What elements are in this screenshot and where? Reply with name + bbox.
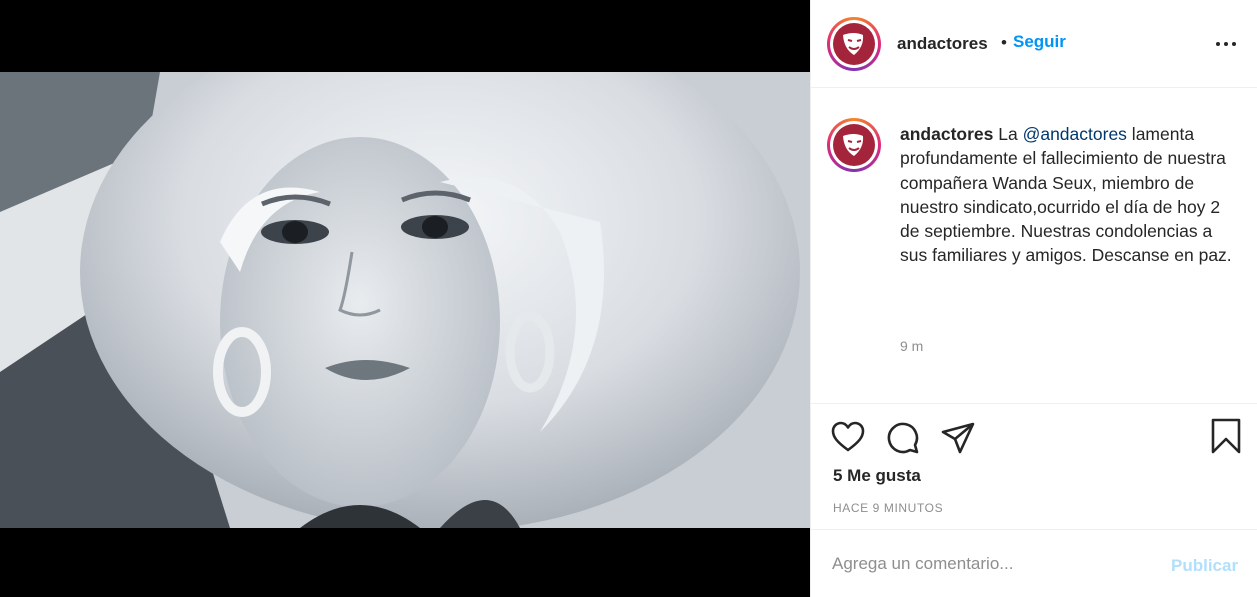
post-header: andactores • Seguir <box>811 0 1257 88</box>
theater-mask-icon <box>843 134 864 156</box>
theater-mask-icon <box>843 33 864 55</box>
ellipsis-icon <box>1216 42 1220 46</box>
instagram-post: andactores • Seguir andactores La @andac… <box>0 0 1257 597</box>
heart-icon[interactable] <box>831 421 865 453</box>
post-sidebar: andactores • Seguir andactores La @andac… <box>810 0 1257 597</box>
comment-input[interactable] <box>832 552 1152 576</box>
post-username[interactable]: andactores <box>897 34 988 54</box>
follow-button[interactable]: Seguir <box>1013 32 1066 52</box>
comment-form: Publicar <box>811 530 1257 597</box>
avatar[interactable] <box>827 17 881 71</box>
post-photo <box>0 72 810 528</box>
publish-button[interactable]: Publicar <box>1171 556 1238 576</box>
paper-plane-icon[interactable] <box>941 421 975 455</box>
comment-bubble-icon[interactable] <box>886 421 920 455</box>
caption-mention[interactable]: @andactores <box>1023 124 1127 144</box>
more-options-button[interactable] <box>1216 36 1242 52</box>
likes-count[interactable]: 5 Me gusta <box>833 466 921 486</box>
caption-prefix: La <box>998 124 1023 144</box>
caption-body: lamenta profundamente el fallecimiento d… <box>900 124 1232 266</box>
caption-username[interactable]: andactores <box>900 124 993 144</box>
caption-text: andactores La @andactores lamenta profun… <box>900 122 1240 268</box>
caption-time: 9 m <box>900 338 924 354</box>
post-media[interactable] <box>0 0 810 597</box>
caption-section: andactores La @andactores lamenta profun… <box>811 88 1257 404</box>
separator-dot: • <box>1001 33 1007 52</box>
post-timestamp: HACE 9 MINUTOS <box>833 501 944 515</box>
caption-avatar[interactable] <box>827 118 881 172</box>
action-bar: 5 Me gusta HACE 9 MINUTOS <box>811 404 1257 530</box>
bookmark-icon[interactable] <box>1211 418 1241 454</box>
